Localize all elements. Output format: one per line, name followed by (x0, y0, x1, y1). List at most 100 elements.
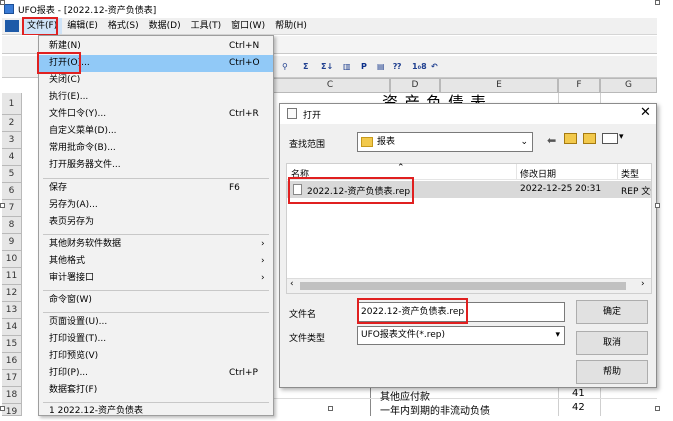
p-icon[interactable]: P (361, 60, 367, 74)
menu-item-open-server-file[interactable]: 打开服务器文件... (39, 157, 273, 174)
menu-item-print[interactable]: 打印(P)... Ctrl+P (39, 365, 273, 382)
resize-handle[interactable] (655, 203, 660, 208)
chart-icon[interactable]: ▥ (343, 60, 351, 74)
help-icon[interactable]: ⁇ (393, 60, 401, 74)
menu-item-file-password[interactable]: 文件口令(Y)... Ctrl+R (39, 106, 273, 123)
row-header[interactable]: 6 (2, 183, 22, 200)
help-button[interactable]: 帮助 (576, 360, 648, 384)
menu-item-audit-interface[interactable]: 审计署接口 › (39, 270, 273, 287)
resize-handle[interactable] (655, 0, 660, 5)
column-header-g[interactable]: G (600, 78, 657, 93)
row-header[interactable]: 16 (2, 353, 22, 370)
row-header[interactable]: 5 (2, 166, 22, 183)
row-header[interactable]: 3 (2, 132, 22, 149)
app-icon (4, 4, 14, 14)
column-header-f[interactable]: F (558, 78, 600, 93)
menu-item-save-as[interactable]: 另存为(A)... (39, 197, 273, 214)
doc-icon[interactable] (5, 20, 19, 32)
look-in-select[interactable]: 报表 ⌄ (357, 132, 533, 152)
find-icon[interactable]: ⚲ (282, 60, 288, 74)
menu-item-close[interactable]: 关闭(C) (39, 72, 273, 89)
row-header[interactable]: 1 (2, 93, 22, 115)
menu-item-execute[interactable]: 执行(E)... (39, 89, 273, 106)
log-icon[interactable]: 1₀8 (412, 60, 427, 74)
grid-line (558, 93, 559, 103)
menu-item-save[interactable]: 保存 F6 (39, 180, 273, 197)
sum-icon[interactable]: Σ (303, 60, 308, 74)
menu-separator (43, 178, 269, 179)
row-header[interactable]: 12 (2, 285, 22, 302)
row-header[interactable]: 14 (2, 319, 22, 336)
menu-item-save-page-as[interactable]: 表页另存为 (39, 214, 273, 231)
close-icon[interactable]: ✕ (640, 105, 651, 120)
resize-handle[interactable] (0, 203, 5, 208)
row-header[interactable]: 18 (2, 387, 22, 404)
cell-number[interactable]: 41 (572, 388, 585, 399)
row-header[interactable]: 17 (2, 370, 22, 387)
column-header-c[interactable]: C (270, 78, 390, 93)
scrollbar-thumb[interactable] (300, 282, 626, 290)
column-header-d[interactable]: D (390, 78, 440, 93)
row-header[interactable]: 4 (2, 149, 22, 166)
sheet-heading: 资产负债表 (382, 94, 492, 103)
menu-format[interactable]: 格式(S) (103, 18, 144, 34)
resize-handle[interactable] (328, 406, 333, 411)
menu-item-batch-commands[interactable]: 常用批命令(B)... (39, 140, 273, 157)
cell-item[interactable]: 一年内到期的非流动负债 (380, 402, 490, 417)
submenu-arrow-icon: › (261, 239, 265, 249)
menu-item-other-finance-data[interactable]: 其他财务软件数据 › (39, 236, 273, 253)
row-header[interactable]: 2 (2, 115, 22, 132)
menu-window[interactable]: 窗口(W) (226, 18, 270, 34)
dialog-title-bar: 打开 ✕ (280, 104, 656, 124)
resize-handle[interactable] (0, 406, 5, 411)
horizontal-scrollbar[interactable]: ‹ › (287, 278, 651, 293)
menu-item-print-preview[interactable]: 打印预览(V) (39, 348, 273, 365)
menu-item-command-window[interactable]: 命令窗(W) (39, 292, 273, 309)
menu-item-page-setup[interactable]: 页面设置(U)... (39, 314, 273, 331)
row-header[interactable]: 13 (2, 302, 22, 319)
menu-item-custom-menu[interactable]: 自定义菜单(D)... (39, 123, 273, 140)
resize-handle[interactable] (0, 0, 5, 5)
sum-col-icon[interactable]: Σ↓ (321, 60, 333, 74)
menu-edit[interactable]: 编辑(E) (62, 18, 103, 34)
ok-button[interactable]: 确定 (576, 300, 648, 324)
column-modified-date[interactable]: 修改日期 (520, 167, 556, 180)
row-header[interactable]: 19 (2, 404, 22, 417)
look-in-label: 查找范围 (289, 140, 326, 150)
row-header[interactable]: 8 (2, 217, 22, 234)
file-row-highlight (288, 177, 414, 204)
menu-item-recent-file[interactable]: 1 2022.12-资产负债表 (39, 404, 273, 415)
menu-data[interactable]: 数据(D) (144, 18, 186, 34)
cell-number[interactable]: 42 (572, 402, 585, 413)
up-folder-icon[interactable] (564, 133, 577, 144)
row-header[interactable]: 7 (2, 200, 22, 217)
view-chevron-icon[interactable]: ▾ (619, 132, 624, 142)
menu-item-data-overprint[interactable]: 数据套打(F) (39, 382, 273, 399)
dialog-title: 打开 (303, 111, 322, 121)
column-type[interactable]: 类型 (621, 167, 639, 180)
view-menu-icon[interactable] (602, 133, 618, 144)
cancel-button[interactable]: 取消 (576, 331, 648, 355)
grid-line (600, 388, 601, 416)
row-header[interactable]: 15 (2, 336, 22, 353)
menu-item-other-formats[interactable]: 其他格式 › (39, 253, 273, 270)
row-header[interactable]: 9 (2, 234, 22, 251)
menu-help[interactable]: 帮助(H) (270, 18, 312, 34)
menu-tools[interactable]: 工具(T) (186, 18, 227, 34)
menu-item-print-setup[interactable]: 打印设置(T)... (39, 331, 273, 348)
cell-item[interactable]: 其他应付款 (380, 388, 430, 403)
column-header-e[interactable]: E (440, 78, 558, 93)
row-header[interactable]: 11 (2, 268, 22, 285)
resize-handle[interactable] (655, 406, 660, 411)
column-divider (516, 164, 517, 180)
grid-line (274, 398, 657, 399)
filetype-select[interactable]: UFO报表文件(*.rep) ▾ (357, 326, 565, 345)
scroll-right-icon[interactable]: › (641, 279, 645, 289)
back-icon[interactable]: ⬅ (547, 134, 556, 147)
scroll-left-icon[interactable]: ‹ (290, 279, 294, 289)
book-icon[interactable]: ▤ (377, 60, 385, 74)
row-header[interactable]: 10 (2, 251, 22, 268)
chevron-down-icon: ⌄ (520, 137, 528, 147)
undo-icon[interactable]: ↶ (431, 60, 438, 74)
new-folder-icon[interactable] (583, 133, 596, 144)
